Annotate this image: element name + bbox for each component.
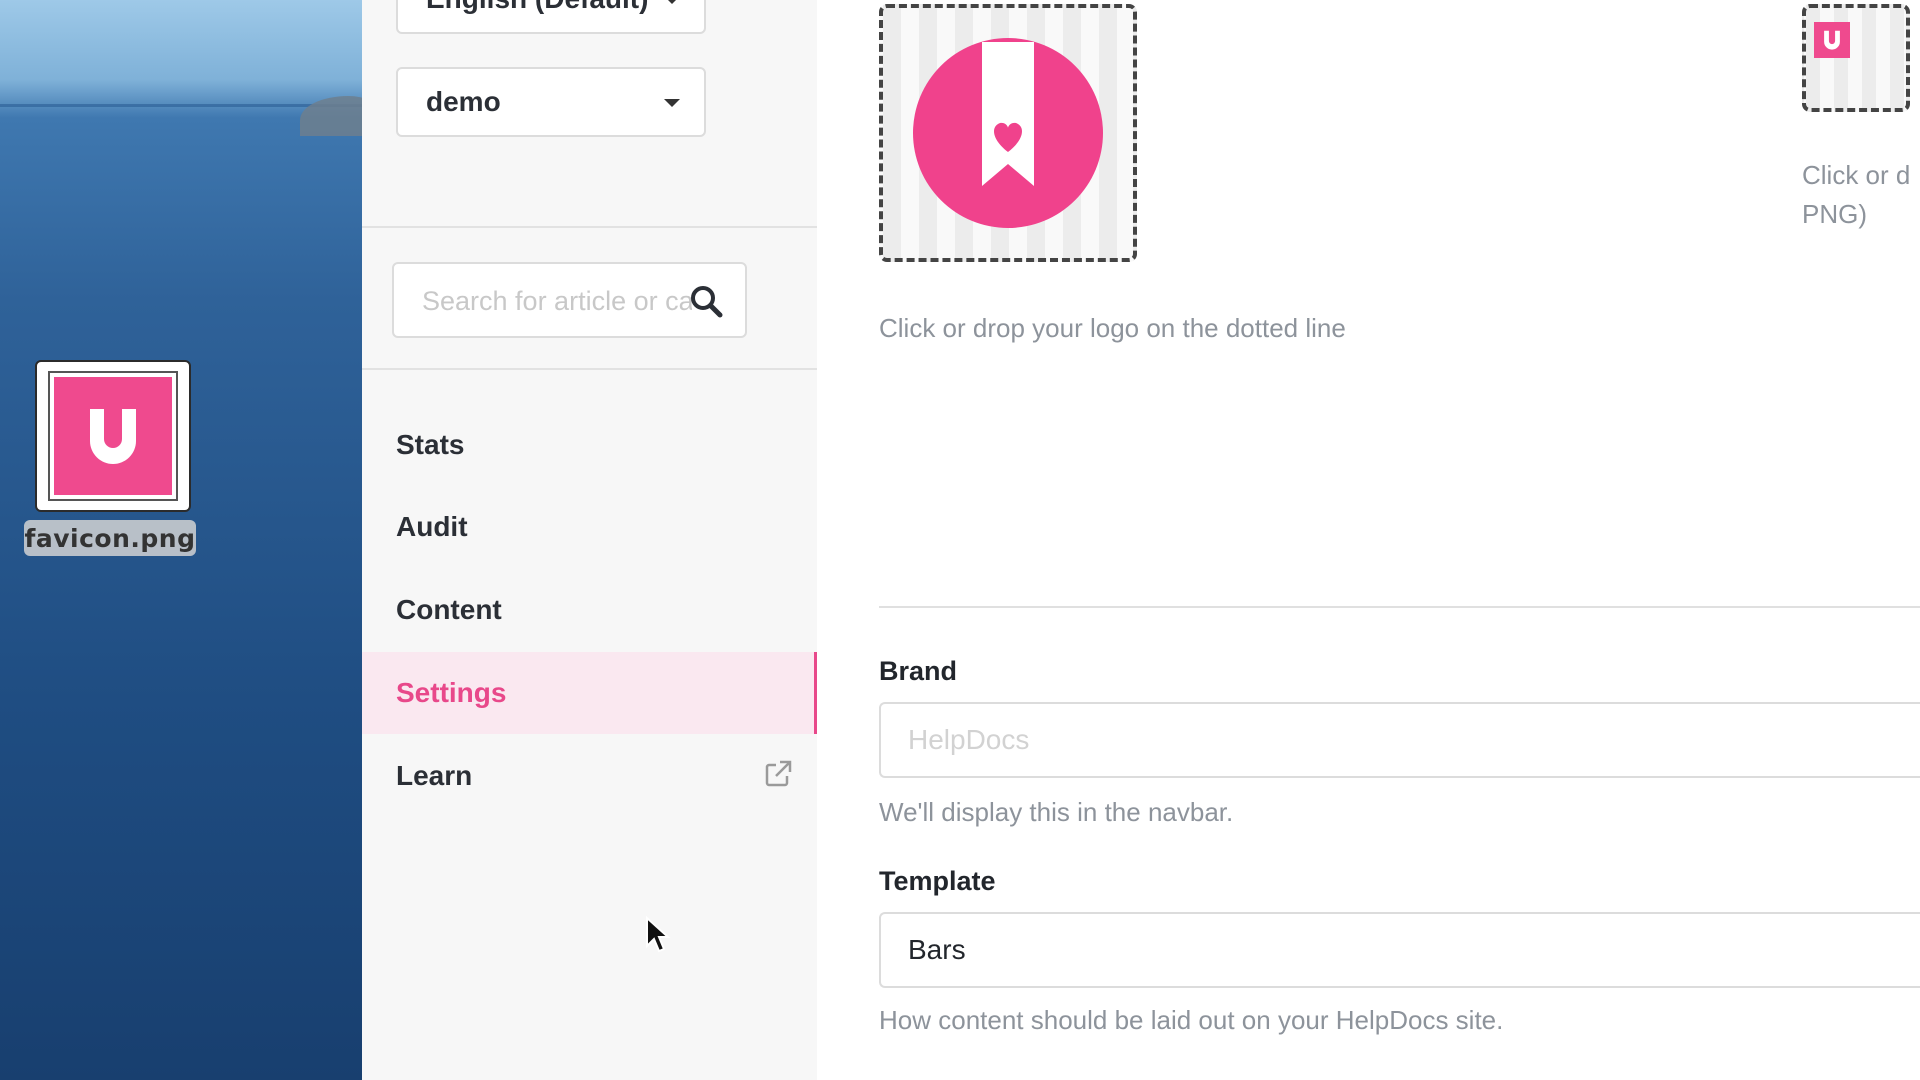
sidebar-item-label: Learn — [396, 760, 473, 791]
rock-shape — [300, 96, 362, 136]
sidebar-item-content[interactable]: Content — [362, 569, 817, 651]
desktop-file-icon[interactable] — [35, 360, 191, 512]
brand-input[interactable]: HelpDocs — [879, 702, 1920, 778]
template-select[interactable]: Bars — [879, 912, 1920, 988]
brand-input-placeholder: HelpDocs — [908, 724, 1030, 755]
sidebar-item-label: Stats — [396, 429, 465, 460]
sidebar-item-learn[interactable]: Learn — [362, 735, 817, 817]
desktop-background: favicon.png — [0, 0, 362, 1080]
brand-label: Brand — [879, 656, 958, 686]
search-icon[interactable] — [689, 284, 723, 323]
language-select-value: English (Default) — [426, 0, 648, 15]
template-help-text: How content should be laid out on your H… — [879, 1005, 1504, 1035]
sidebar-item-label: Audit — [396, 511, 468, 542]
favicon-dropzone[interactable] — [1802, 4, 1910, 112]
external-link-icon — [763, 759, 793, 796]
sidebar-item-label: Content — [396, 594, 502, 625]
logo-u-icon — [90, 409, 136, 464]
sidebar-item-settings[interactable]: Settings — [362, 652, 817, 734]
favicon-hint-line1: Click or d — [1802, 160, 1911, 190]
sidebar-item-stats[interactable]: Stats — [362, 404, 817, 486]
site-select-value: demo — [426, 86, 501, 117]
logo-icon — [913, 38, 1103, 228]
favicon-hint-line2: PNG) — [1802, 199, 1867, 229]
site-select[interactable]: demo — [396, 67, 706, 137]
template-select-value: Bars — [908, 934, 966, 965]
sidebar-divider — [362, 368, 817, 370]
language-select[interactable]: English (Default) — [396, 0, 706, 34]
favicon-thumbnail — [48, 371, 178, 501]
sidebar-item-label: Settings — [396, 677, 507, 708]
main-content: Click or drop your logo on the dotted li… — [817, 0, 1920, 1080]
cursor-arrow-icon — [645, 915, 671, 961]
desktop-file-label[interactable]: favicon.png — [24, 520, 196, 556]
caret-down-icon — [664, 0, 680, 4]
sidebar: English (Default) demo Stats Audit Conte… — [362, 0, 819, 1080]
search-input[interactable] — [420, 264, 694, 338]
logo-hint: Click or drop your logo on the dotted li… — [879, 313, 1346, 343]
section-divider — [879, 606, 1920, 608]
logo-dropzone[interactable] — [879, 4, 1137, 262]
sidebar-divider — [362, 226, 817, 228]
favicon-icon — [1814, 22, 1850, 58]
template-label: Template — [879, 866, 996, 896]
search-box[interactable] — [392, 262, 747, 338]
brand-help-text: We'll display this in the navbar. — [879, 797, 1234, 827]
caret-down-icon — [664, 99, 680, 107]
sidebar-item-audit[interactable]: Audit — [362, 486, 817, 568]
